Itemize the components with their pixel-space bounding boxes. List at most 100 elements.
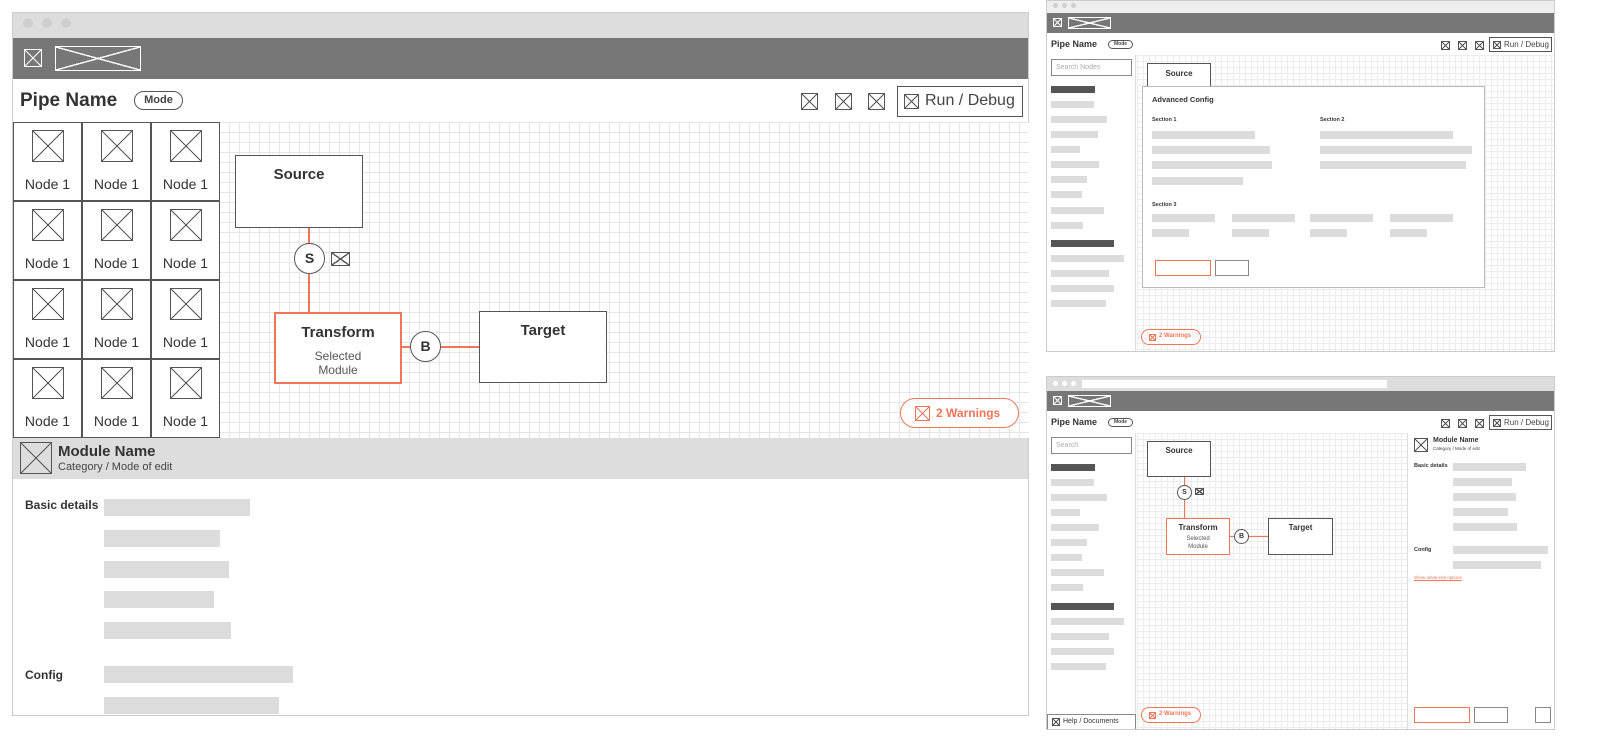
- field-placeholder[interactable]: [1152, 229, 1189, 237]
- sidebar-group-header[interactable]: [1051, 464, 1095, 471]
- palette-node[interactable]: Node 1: [13, 201, 82, 280]
- primary-button[interactable]: [1414, 707, 1470, 723]
- primary-button[interactable]: [1155, 260, 1211, 276]
- field-placeholder[interactable]: [1390, 214, 1453, 222]
- palette-node[interactable]: Node 1: [151, 122, 220, 201]
- field-placeholder[interactable]: [1152, 161, 1272, 169]
- field-placeholder[interactable]: [1232, 214, 1295, 222]
- run-debug-button[interactable]: Run / Debug: [1489, 415, 1552, 430]
- sidebar-item[interactable]: [1051, 663, 1106, 670]
- target-node[interactable]: Target: [479, 311, 607, 383]
- source-node[interactable]: Source: [1147, 441, 1211, 477]
- window-close-dot[interactable]: [1053, 381, 1058, 386]
- toolbar-action-2-icon[interactable]: [835, 93, 852, 110]
- sidebar-group-header[interactable]: [1051, 603, 1114, 610]
- source-node[interactable]: Source: [235, 155, 363, 228]
- sidebar-item[interactable]: [1051, 584, 1083, 591]
- transform-node[interactable]: Transform Selected Module: [1166, 518, 1230, 555]
- b-connector-badge[interactable]: B: [1234, 529, 1249, 544]
- palette-node[interactable]: Node 1: [82, 359, 151, 438]
- sidebar-item[interactable]: [1051, 494, 1107, 501]
- sidebar-item[interactable]: [1051, 131, 1098, 138]
- toolbar-action-2-icon[interactable]: [1458, 419, 1467, 428]
- sidebar-item[interactable]: [1051, 161, 1099, 168]
- secondary-button[interactable]: [1474, 707, 1508, 723]
- field-placeholder[interactable]: [1152, 214, 1215, 222]
- field-placeholder[interactable]: [1453, 546, 1548, 554]
- sidebar-item[interactable]: [1051, 554, 1082, 561]
- field-placeholder[interactable]: [1152, 146, 1270, 154]
- collapse-button[interactable]: [1535, 707, 1551, 723]
- palette-node[interactable]: Node 1: [151, 280, 220, 359]
- field-placeholder[interactable]: [104, 530, 220, 547]
- mail-icon[interactable]: [331, 252, 350, 266]
- field-placeholder[interactable]: [104, 561, 229, 578]
- field-placeholder[interactable]: [1453, 478, 1512, 486]
- toolbar-action-1-icon[interactable]: [801, 93, 818, 110]
- field-placeholder[interactable]: [1152, 131, 1255, 139]
- sidebar-item[interactable]: [1051, 116, 1107, 123]
- show-advanced-link[interactable]: Show advanced options: [1414, 575, 1462, 580]
- field-placeholder[interactable]: [104, 591, 214, 608]
- s-connector-badge[interactable]: S: [294, 243, 325, 274]
- sidebar-item[interactable]: [1051, 207, 1104, 214]
- b-connector-badge[interactable]: B: [410, 331, 441, 362]
- window-maximize-dot[interactable]: [1071, 3, 1076, 8]
- s-connector-badge[interactable]: S: [1177, 485, 1192, 500]
- sidebar-item[interactable]: [1051, 524, 1099, 531]
- warnings-badge[interactable]: 2 Warnings: [900, 398, 1019, 428]
- warnings-badge[interactable]: 2 Warnings: [1141, 329, 1201, 345]
- toolbar-action-3-icon[interactable]: [1475, 419, 1484, 428]
- app-icon[interactable]: [1053, 396, 1062, 405]
- pipeline-canvas[interactable]: [1137, 433, 1407, 729]
- field-placeholder[interactable]: [1310, 229, 1347, 237]
- sidebar-item[interactable]: [1051, 618, 1124, 625]
- sidebar-item[interactable]: [1051, 255, 1124, 262]
- mode-button[interactable]: Mode: [1108, 40, 1133, 49]
- field-placeholder[interactable]: [1453, 523, 1517, 531]
- palette-node[interactable]: Node 1: [82, 122, 151, 201]
- palette-node[interactable]: Node 1: [82, 280, 151, 359]
- mode-button[interactable]: Mode: [1108, 418, 1133, 427]
- field-placeholder[interactable]: [104, 697, 279, 714]
- sidebar-group-header[interactable]: [1051, 240, 1114, 247]
- palette-node[interactable]: Node 1: [13, 122, 82, 201]
- palette-node[interactable]: Node 1: [13, 359, 82, 438]
- sidebar-item[interactable]: [1051, 300, 1106, 307]
- sidebar-item[interactable]: [1051, 101, 1094, 108]
- field-placeholder[interactable]: [1453, 561, 1541, 569]
- sidebar-item[interactable]: [1051, 146, 1080, 153]
- window-minimize-dot[interactable]: [1062, 381, 1067, 386]
- sidebar-item[interactable]: [1051, 648, 1114, 655]
- address-bar[interactable]: [1082, 380, 1387, 388]
- toolbar-action-1-icon[interactable]: [1441, 419, 1450, 428]
- window-maximize-dot[interactable]: [61, 18, 71, 28]
- sidebar-item[interactable]: [1051, 222, 1083, 229]
- window-minimize-dot[interactable]: [1062, 3, 1067, 8]
- help-documents-button[interactable]: Help / Documents: [1047, 714, 1136, 729]
- toolbar-action-2-icon[interactable]: [1458, 41, 1467, 50]
- field-placeholder[interactable]: [1453, 508, 1508, 516]
- field-placeholder[interactable]: [1320, 161, 1466, 169]
- sidebar-group-header[interactable]: [1051, 86, 1095, 93]
- mail-icon[interactable]: [1195, 488, 1204, 495]
- app-icon[interactable]: [24, 49, 42, 67]
- palette-node[interactable]: Node 1: [82, 201, 151, 280]
- sidebar-item[interactable]: [1051, 509, 1080, 516]
- window-close-dot[interactable]: [23, 18, 33, 28]
- sidebar-item[interactable]: [1051, 285, 1114, 292]
- toolbar-action-3-icon[interactable]: [1475, 41, 1484, 50]
- window-minimize-dot[interactable]: [42, 18, 52, 28]
- palette-node[interactable]: Node 1: [13, 280, 82, 359]
- run-debug-button[interactable]: Run / Debug: [897, 86, 1023, 117]
- warnings-badge[interactable]: 2 Warnings: [1141, 707, 1201, 723]
- sidebar-item[interactable]: [1051, 176, 1087, 183]
- sidebar-item[interactable]: [1051, 633, 1109, 640]
- field-placeholder[interactable]: [1390, 229, 1427, 237]
- window-maximize-dot[interactable]: [1071, 381, 1076, 386]
- mode-button[interactable]: Mode: [134, 91, 183, 110]
- search-input[interactable]: Search: [1051, 437, 1132, 454]
- secondary-button[interactable]: [1215, 260, 1249, 276]
- field-placeholder[interactable]: [104, 666, 293, 683]
- field-placeholder[interactable]: [1320, 146, 1472, 154]
